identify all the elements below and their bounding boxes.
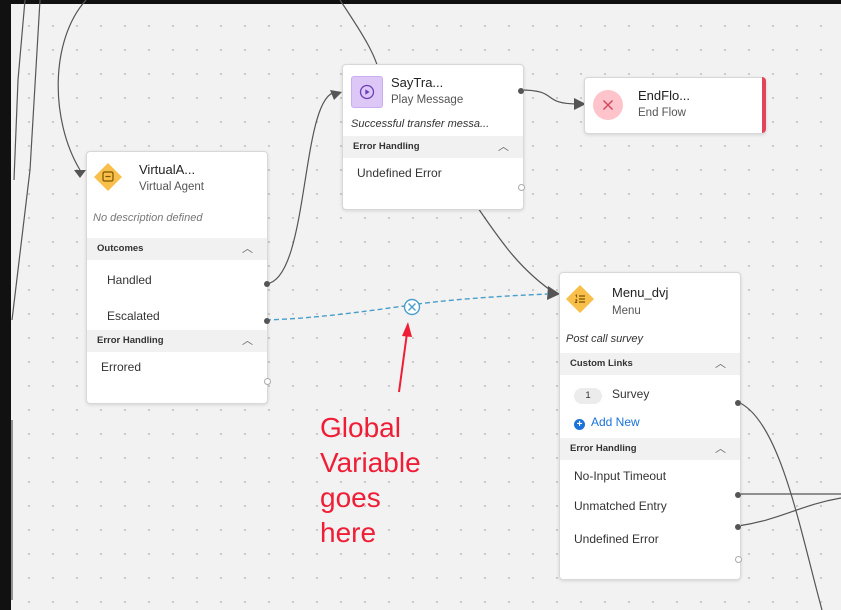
node-subtitle: End Flow — [638, 107, 686, 119]
collapse-caret-icon[interactable]: ︿ — [715, 438, 726, 460]
plus-circle-icon: + — [574, 419, 585, 430]
node-title: EndFlo... — [638, 88, 691, 103]
play-message-icon — [351, 76, 383, 108]
custom-link-survey[interactable]: 1 Survey — [560, 375, 740, 409]
unmatched-port[interactable] — [735, 524, 741, 530]
node-subtitle: Play Message — [391, 94, 464, 106]
escalated-port[interactable] — [264, 318, 270, 324]
undefined-error-port[interactable] — [735, 556, 742, 563]
error-port[interactable] — [518, 184, 525, 191]
node-title: SayTra... — [391, 75, 444, 90]
end-flow-accent-bar — [762, 77, 766, 133]
outcome-handled: Handled — [107, 273, 152, 287]
out-port[interactable] — [518, 88, 524, 94]
annotation-line: here — [320, 517, 377, 548]
collapse-caret-icon[interactable]: ︿ — [715, 353, 726, 375]
error-handling-section[interactable]: Error Handling ︿ — [560, 438, 740, 460]
node-title: VirtualA... — [139, 162, 196, 177]
menu-node[interactable]: Menu_dvj Menu Post call survey Custom Li… — [559, 272, 742, 580]
menu-list-icon — [564, 283, 594, 313]
annotation-text: Global Variable goes here — [320, 410, 421, 550]
error-row-no-input: No-Input Timeout — [574, 469, 667, 483]
error-handling-section[interactable]: Error Handling ︿ — [343, 136, 523, 158]
error-row-unmatched: Unmatched Entry — [574, 499, 667, 513]
node-title: Menu_dvj — [612, 285, 669, 300]
link-number-badge: 1 — [574, 388, 602, 404]
node-description: No description defined — [93, 212, 203, 224]
add-new-label: Add New — [591, 415, 640, 429]
add-new-link-button[interactable]: + Add New — [560, 409, 740, 435]
error-row-undefined: Undefined Error — [574, 532, 659, 546]
virtual-agent-node[interactable]: VirtualA... Virtual Agent No description… — [86, 151, 271, 404]
node-description: Successful transfer messa... — [351, 118, 490, 130]
error-handling-section[interactable]: Error Handling ︿ — [87, 330, 267, 352]
node-subtitle: Virtual Agent — [139, 181, 205, 193]
error-row-errored: Errored — [101, 360, 142, 374]
link-label: Survey — [612, 387, 650, 401]
node-description: Post call survey — [566, 333, 644, 345]
custom-links-section[interactable]: Custom Links ︿ — [560, 353, 740, 375]
outcome-escalated: Escalated — [107, 309, 160, 323]
virtual-agent-icon — [92, 161, 122, 191]
error-row-undefined: Undefined Error — [357, 166, 442, 180]
handled-port[interactable] — [264, 281, 270, 287]
annotation-line: goes — [320, 482, 381, 513]
collapse-caret-icon[interactable]: ︿ — [242, 238, 253, 260]
collapse-caret-icon[interactable]: ︿ — [498, 136, 509, 158]
collapse-caret-icon[interactable]: ︿ — [242, 330, 253, 352]
annotation-line: Global — [320, 412, 401, 443]
end-flow-node[interactable]: EndFlo... End Flow — [584, 77, 766, 134]
outcomes-section[interactable]: Outcomes ︿ — [87, 238, 267, 260]
node-subtitle: Menu — [612, 305, 641, 317]
annotation-line: Variable — [320, 447, 421, 478]
no-input-port[interactable] — [735, 492, 741, 498]
error-port[interactable] — [264, 378, 271, 385]
end-flow-x-icon — [593, 90, 623, 120]
survey-port[interactable] — [735, 400, 741, 406]
play-message-node[interactable]: SayTra... Play Message Successful transf… — [342, 64, 525, 210]
